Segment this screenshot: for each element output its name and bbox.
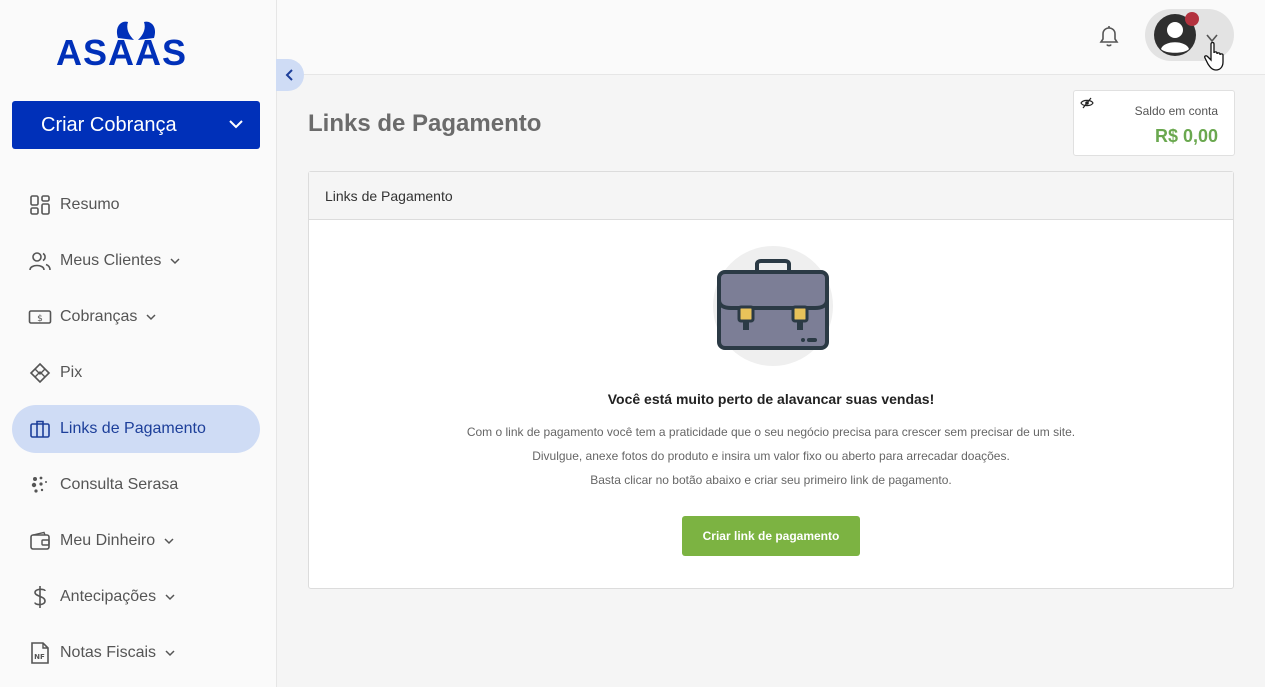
dashboard-icon (28, 193, 52, 217)
sidebar-item-resumo[interactable]: Resumo (12, 181, 260, 229)
sidebar-item-cobrancas[interactable]: $ Cobranças (12, 293, 260, 341)
eye-off-icon[interactable] (1080, 97, 1094, 109)
balance-value: R$ 0,00 (1154, 126, 1218, 146)
chevron-left-icon (285, 69, 293, 81)
sidebar-item-label: Meus Clientes (60, 252, 162, 269)
create-charge-button[interactable]: Criar Cobrança (12, 101, 260, 149)
chevron-down-icon (229, 120, 243, 129)
sidebar-item-label: Consulta Serasa (60, 476, 179, 493)
money-icon: $ (28, 305, 52, 329)
invoice-icon: NF (28, 641, 52, 665)
empty-state-line: Com o link de pagamento você tem a prati… (466, 425, 1076, 439)
sidebar-item-label: Pix (60, 364, 83, 381)
sidebar-item-links-de-pagamento[interactable]: Links de Pagamento (12, 405, 260, 453)
card-header: Links de Pagamento (309, 172, 1233, 220)
chevron-down-icon (170, 258, 180, 265)
balance-label: Saldo em conta (1134, 104, 1218, 118)
serasa-icon (28, 473, 52, 497)
empty-state-line: Basta clicar no botão abaixo e criar seu… (590, 473, 952, 487)
chevron-down-icon (164, 538, 174, 545)
create-charge-label: Criar Cobrança (41, 113, 177, 136)
sidebar-item-label: Cobranças (60, 308, 138, 325)
sidebar-item-label: Meu Dinheiro (60, 532, 156, 549)
chevron-down-icon (165, 650, 175, 657)
sidebar-item-antecipacoes[interactable]: Antecipações (12, 573, 260, 621)
sidebar-nav: Resumo Meus Clientes $ Cobranças Pix Lin… (12, 181, 260, 685)
sidebar-item-consulta-serasa[interactable]: Consulta Serasa (12, 461, 260, 509)
chevron-down-icon (146, 314, 156, 321)
sidebar: ASAAS Criar Cobrança Resumo Meus Cliente… (0, 0, 277, 687)
sidebar-item-label: Resumo (60, 196, 120, 213)
logo-text: ASAAS (56, 32, 188, 73)
users-icon (28, 249, 52, 273)
sidebar-item-label: Links de Pagamento (60, 420, 206, 437)
sidebar-item-meus-clientes[interactable]: Meus Clientes (12, 237, 260, 285)
notification-dot (1185, 12, 1199, 26)
bell-icon[interactable] (1097, 23, 1121, 49)
sidebar-item-label: Notas Fiscais (60, 644, 157, 661)
briefcase-illustration-icon (713, 246, 833, 366)
wallet-icon (28, 529, 52, 553)
empty-state-line: Divulgue, anexe fotos do produto e insir… (532, 449, 1010, 463)
page-title: Links de Pagamento (308, 110, 542, 137)
svg-text:$: $ (37, 314, 43, 324)
empty-state-headline: Você está muito perto de alavancar suas … (607, 391, 935, 407)
sidebar-item-pix[interactable]: Pix (12, 349, 260, 397)
topbar (277, 0, 1265, 75)
dollar-icon (28, 585, 52, 609)
payment-links-card: Links de Pagamento Você está muito perto… (308, 171, 1234, 589)
sidebar-collapse-button[interactable] (276, 59, 304, 91)
sidebar-item-meu-dinheiro[interactable]: Meu Dinheiro (12, 517, 260, 565)
asaas-logo[interactable]: ASAAS (56, 18, 216, 73)
chevron-down-icon (165, 594, 175, 601)
sidebar-item-notas-fiscais[interactable]: NF Notas Fiscais (12, 629, 260, 677)
sidebar-item-label: Antecipações (60, 588, 157, 605)
pix-icon (28, 361, 52, 385)
briefcase-icon (28, 417, 52, 441)
create-payment-link-button[interactable]: Criar link de pagamento (682, 516, 860, 556)
svg-text:NF: NF (34, 653, 45, 661)
hand-cursor-icon (1204, 41, 1224, 71)
balance-card: Saldo em conta R$ 0,00 (1073, 90, 1235, 156)
